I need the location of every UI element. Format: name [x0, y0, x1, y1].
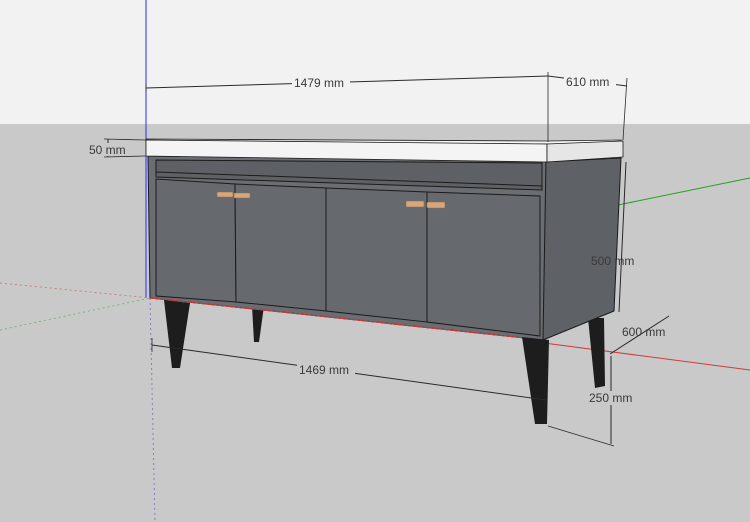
dim-thickness: 50 mm	[89, 143, 126, 157]
door-handle-icon	[405, 200, 425, 208]
dim-width-bottom: 1469 mm	[299, 363, 349, 377]
cabinet-drawing: 1479 mm 610 mm 50 mm 500 mm 600 mm 1469 …	[0, 0, 750, 522]
dim-depth-bottom: 600 mm	[622, 325, 665, 339]
dim-leg-height: 250 mm	[589, 391, 632, 405]
door-1[interactable]	[155, 178, 237, 303]
cabinet-side-panel	[542, 157, 622, 341]
door-3[interactable]	[325, 187, 428, 323]
door-handle-icon	[233, 192, 251, 199]
door-handle-icon	[426, 201, 446, 209]
dim-width-top: 1479 mm	[294, 76, 344, 90]
sketchup-viewport[interactable]: 1479 mm 610 mm 50 mm 500 mm 600 mm 1469 …	[0, 0, 750, 522]
door-4[interactable]	[426, 191, 541, 337]
dim-depth-top: 610 mm	[566, 75, 609, 89]
dim-cabinet-height: 500 mm	[591, 254, 634, 268]
door-handle-icon	[216, 191, 234, 198]
sky-background	[0, 0, 750, 124]
door-2[interactable]	[234, 183, 327, 312]
